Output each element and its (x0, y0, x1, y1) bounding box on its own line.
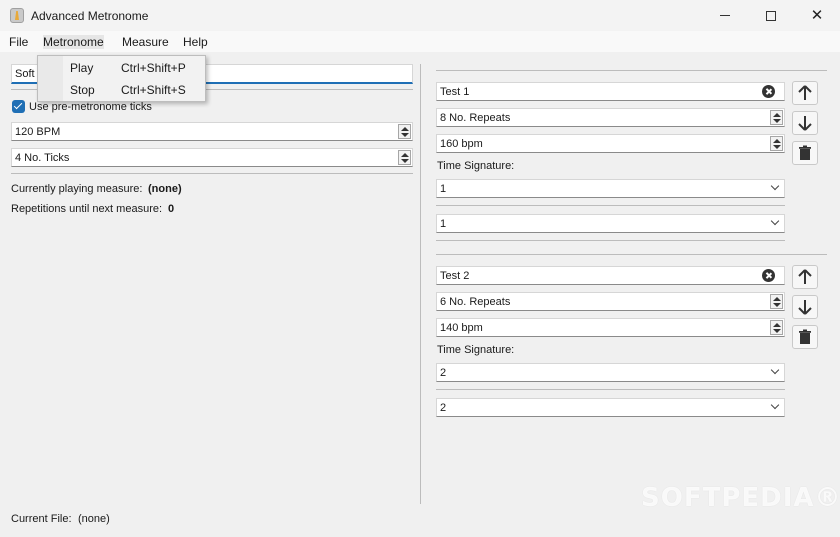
menu-item-shortcut: Ctrl+Shift+P (121, 61, 186, 75)
ticks-value: 4 No. Ticks (15, 152, 70, 164)
menu-item-shortcut: Ctrl+Shift+S (121, 83, 186, 97)
time-signature-bottom-select[interactable]: 1 (436, 214, 785, 233)
menu-item-label: Stop (70, 83, 95, 97)
measure-name-input[interactable]: Test 1 (436, 82, 785, 101)
maximize-icon (766, 10, 776, 21)
minimize-icon (720, 15, 730, 16)
measure-separator (436, 254, 827, 255)
arrow-down-icon (798, 300, 812, 315)
bpm-spinbox[interactable]: 120 BPM (11, 122, 413, 141)
bpm-spin-buttons[interactable] (398, 124, 411, 139)
pre-ticks-checkbox[interactable] (12, 100, 25, 113)
repeats-spin-buttons[interactable] (770, 294, 783, 309)
metronome-app-icon (10, 8, 24, 23)
delete-measure-button[interactable] (792, 141, 818, 165)
ts-top-value: 2 (440, 367, 447, 379)
ticks-spinbox[interactable]: 4 No. Ticks (11, 148, 413, 167)
measure-bpm-spin-buttons[interactable] (770, 136, 783, 151)
clear-icon[interactable] (762, 269, 775, 282)
menu-metronome[interactable]: Metronome (43, 35, 104, 49)
ticks-spin-buttons[interactable] (398, 150, 411, 165)
menu-bar: File Metronome Measure Help (0, 31, 840, 52)
move-down-button[interactable] (792, 295, 818, 319)
window-title: Advanced Metronome (31, 9, 149, 23)
time-signature-label: Time Signature: (437, 160, 515, 172)
current-file-value: (none) (78, 513, 110, 525)
current-measure-value: (none) (148, 183, 182, 195)
time-signature-top-select[interactable]: 2 (436, 363, 785, 382)
chevron-down-icon (770, 216, 780, 226)
time-signature-bottom-select[interactable]: 2 (436, 398, 785, 417)
measure-name-value: Test 2 (440, 270, 470, 282)
divider (436, 70, 827, 71)
move-up-button[interactable] (792, 265, 818, 289)
arrow-up-icon (798, 85, 812, 100)
minimize-button[interactable] (702, 0, 748, 31)
delete-measure-button[interactable] (792, 325, 818, 349)
chevron-down-icon (770, 365, 780, 375)
repeats-value: 8 No. Repeats (440, 112, 511, 124)
measure-bpm-value: 160 bpm (440, 138, 483, 150)
ts-bottom-value: 2 (440, 402, 447, 414)
repeats-spinbox[interactable]: 8 No. Repeats (436, 108, 785, 127)
measure-bpm-value: 140 bpm (440, 322, 483, 334)
chevron-down-icon (770, 400, 780, 410)
trash-icon (799, 145, 811, 160)
time-signature-top-select[interactable]: 1 (436, 179, 785, 198)
menu-item-label: Play (70, 61, 94, 75)
measure-name-input[interactable]: Test 2 (436, 266, 785, 285)
divider (436, 389, 785, 390)
time-signature-label: Time Signature: (437, 344, 515, 356)
pre-ticks-label: Use pre-metronome ticks (29, 101, 152, 113)
repeats-value: 6 No. Repeats (440, 296, 511, 308)
menu-help[interactable]: Help (183, 35, 208, 49)
ts-bottom-value: 1 (440, 218, 447, 230)
repeats-spin-buttons[interactable] (770, 110, 783, 125)
repetitions-value: 0 (168, 203, 175, 215)
clear-icon[interactable] (762, 85, 775, 98)
menu-file[interactable]: File (9, 35, 28, 49)
measure-bpm-spin-buttons[interactable] (770, 320, 783, 335)
measure-name-value: Test 1 (440, 86, 470, 98)
measure-bpm-spinbox[interactable]: 160 bpm (436, 134, 785, 153)
title-bar: Advanced Metronome ✕ (0, 0, 840, 31)
chevron-down-icon (770, 181, 780, 191)
bpm-value: 120 BPM (15, 126, 61, 138)
divider (436, 205, 785, 206)
divider (436, 240, 785, 241)
metronome-menu-dropdown: Play Ctrl+Shift+P Stop Ctrl+Shift+S (37, 55, 206, 102)
close-icon: ✕ (810, 7, 824, 24)
current-measure-label: Currently playing measure: (11, 183, 143, 195)
panel-splitter[interactable] (420, 64, 421, 504)
repetitions-label: Repetitions until next measure: (11, 203, 163, 215)
measure-bpm-spinbox[interactable]: 140 bpm (436, 318, 785, 337)
menu-item-stop[interactable]: Stop Ctrl+Shift+S (38, 79, 205, 101)
trash-icon (799, 329, 811, 344)
arrow-up-icon (798, 269, 812, 284)
menu-measure[interactable]: Measure (122, 35, 169, 49)
maximize-button[interactable] (748, 0, 794, 31)
move-down-button[interactable] (792, 111, 818, 135)
move-up-button[interactable] (792, 81, 818, 105)
ts-top-value: 1 (440, 183, 447, 195)
softpedia-watermark: SOFTPEDIA® (641, 483, 840, 513)
close-button[interactable]: ✕ (794, 0, 840, 31)
menu-item-play[interactable]: Play Ctrl+Shift+P (38, 57, 205, 79)
current-file-label: Current File: (11, 513, 72, 525)
arrow-down-icon (798, 116, 812, 131)
repeats-spinbox[interactable]: 6 No. Repeats (436, 292, 785, 311)
divider (11, 173, 413, 174)
